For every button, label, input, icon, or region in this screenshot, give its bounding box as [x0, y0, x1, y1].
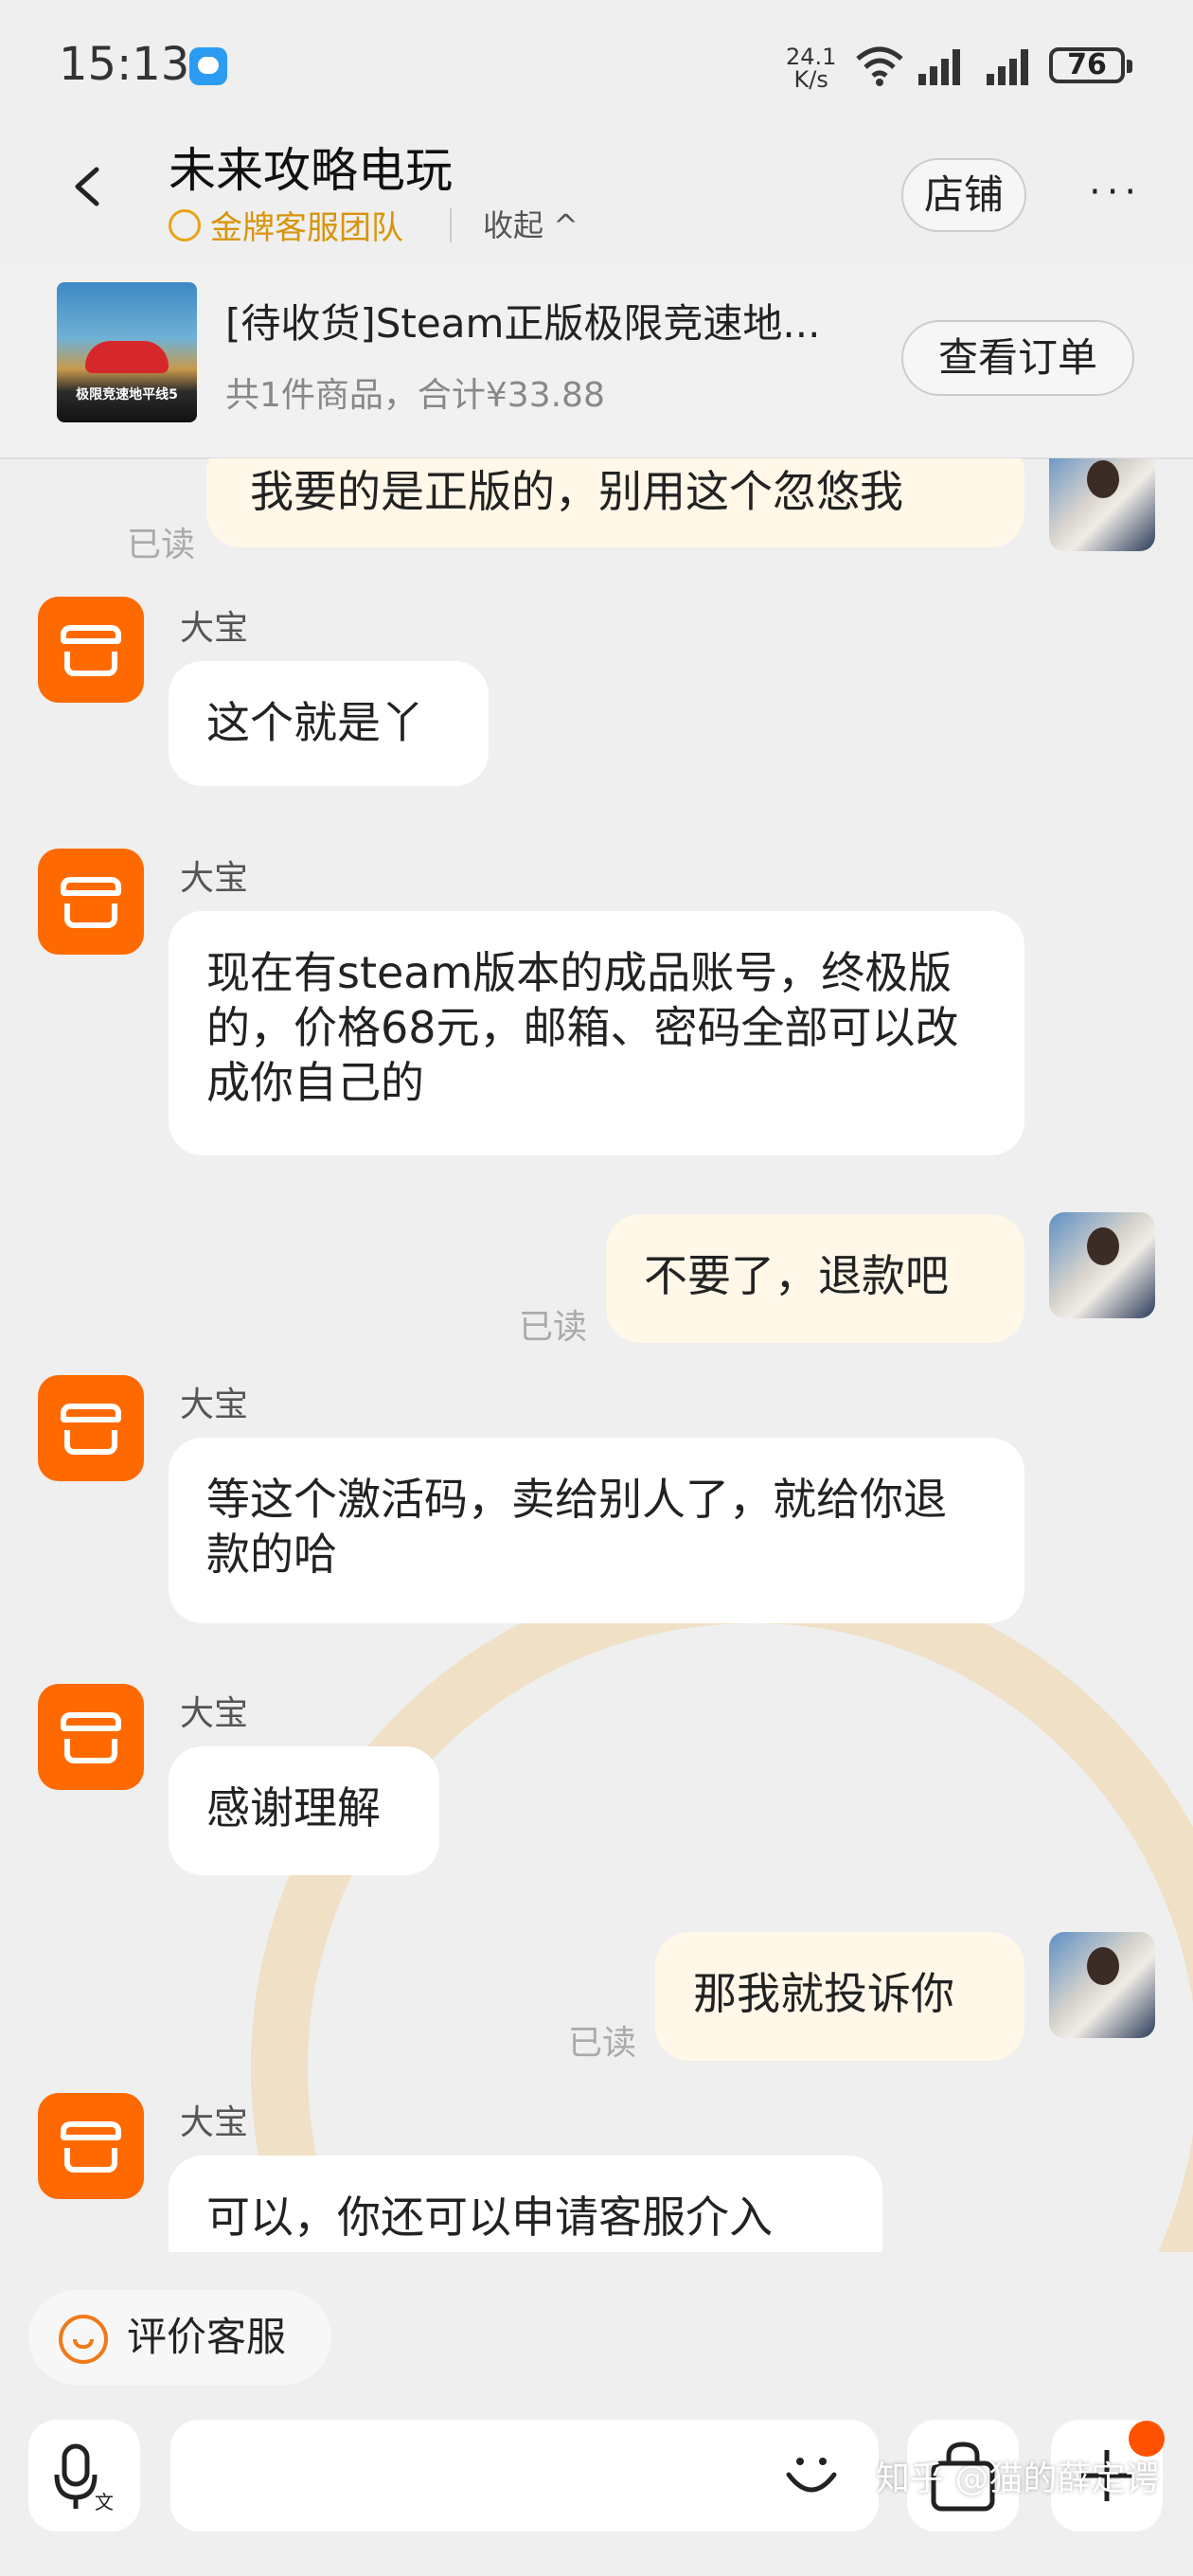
my-avatar[interactable] — [1049, 1212, 1155, 1318]
message-bubble[interactable]: 等这个激活码，卖给别人了，就给你退款的哈 — [169, 1438, 1024, 1623]
shop-name[interactable]: 未来攻略电玩 — [169, 133, 453, 201]
team-icon — [169, 208, 201, 242]
my-avatar[interactable] — [1049, 458, 1155, 551]
emoji-icon[interactable] — [781, 2442, 842, 2503]
order-card[interactable]: 极限竞速地平线5 [待收货]Steam正版极限竞速地... 共1件商品，合计¥3… — [0, 263, 1193, 459]
team-label: 金牌客服团队 — [210, 209, 403, 247]
order-title[interactable]: [待收货]Steam正版极限竞速地... — [225, 292, 820, 349]
signal-icon — [918, 49, 960, 85]
more-options-icon[interactable]: ··· — [1089, 173, 1142, 211]
chat-area[interactable]: 我要的是正版的，别用这个忽悠我 已读 大宝 这个就是丫 大宝 现在有steam版… — [0, 458, 1193, 2252]
sender-name: 大宝 — [180, 1386, 249, 1424]
network-speed-value: 24.1 — [786, 44, 837, 70]
view-order-button[interactable]: 查看订单 — [901, 320, 1134, 396]
message-notification-icon — [189, 47, 227, 85]
network-speed-unit: K/s — [793, 66, 828, 93]
store-button[interactable]: 店铺 — [901, 158, 1026, 232]
sender-name: 大宝 — [180, 859, 249, 898]
collapse-toggle[interactable]: 收起 ^ — [483, 202, 579, 245]
message-bubble[interactable]: 现在有steam版本的成品账号，终极版的，价格68元，邮箱、密码全部可以改成你自… — [169, 911, 1024, 1155]
thumbnail-caption: 极限竞速地平线5 — [76, 387, 178, 402]
message-bubble[interactable]: 这个就是丫 — [169, 661, 489, 786]
shop-avatar[interactable] — [38, 597, 144, 703]
rate-service-button[interactable]: 评价客服 — [28, 2290, 331, 2385]
car-graphic — [85, 341, 169, 373]
message-bubble[interactable]: 感谢理解 — [169, 1746, 439, 1875]
read-receipt: 已读 — [519, 1308, 588, 1347]
read-receipt: 已读 — [127, 526, 196, 564]
shop-avatar[interactable] — [38, 849, 144, 955]
message-bubble-mine[interactable]: 不要了，退款吧 — [606, 1214, 1024, 1343]
watermark-text: 知乎 @猫的薛定谔 — [876, 2460, 1160, 2498]
shop-avatar[interactable] — [38, 1684, 144, 1790]
shop-avatar[interactable] — [38, 2093, 144, 2199]
message-bubble[interactable]: 可以，你还可以申请客服介入 — [169, 2156, 882, 2252]
smile-face-icon — [59, 2315, 108, 2364]
sender-name: 大宝 — [180, 2103, 249, 2142]
product-thumbnail[interactable]: 极限竞速地平线5 — [57, 282, 197, 422]
read-receipt: 已读 — [568, 2024, 637, 2063]
message-input[interactable] — [170, 2420, 879, 2531]
clock: 15:13 — [59, 38, 190, 91]
message-bubble-mine[interactable]: 那我就投诉你 — [655, 1932, 1024, 2061]
shop-avatar[interactable] — [38, 1375, 144, 1481]
my-avatar[interactable] — [1049, 1932, 1155, 2038]
divider — [450, 208, 452, 242]
status-bar: 15:13 24.1 K/s 76 — [0, 0, 1193, 133]
microphone-icon: 文 — [54, 2443, 114, 2513]
background-watermark — [251, 1566, 1193, 2252]
back-arrow-icon[interactable] — [66, 166, 108, 207]
sender-name: 大宝 — [180, 609, 249, 648]
svg-text:文: 文 — [95, 2491, 114, 2513]
signal-icon-2 — [987, 49, 1028, 85]
voice-input-button[interactable]: 文 — [28, 2420, 140, 2531]
sender-name: 大宝 — [180, 1694, 249, 1733]
wifi-icon — [856, 46, 903, 86]
message-bubble-mine[interactable]: 我要的是正版的，别用这个忽悠我 — [206, 458, 1024, 547]
battery-icon: 76 — [1049, 47, 1132, 83]
order-summary: 共1件商品，合计¥33.88 — [225, 376, 605, 415]
network-speed: 24.1 K/s — [786, 45, 836, 91]
rate-service-label: 评价客服 — [127, 2314, 287, 2360]
team-badge: 金牌客服团队 — [169, 202, 403, 248]
